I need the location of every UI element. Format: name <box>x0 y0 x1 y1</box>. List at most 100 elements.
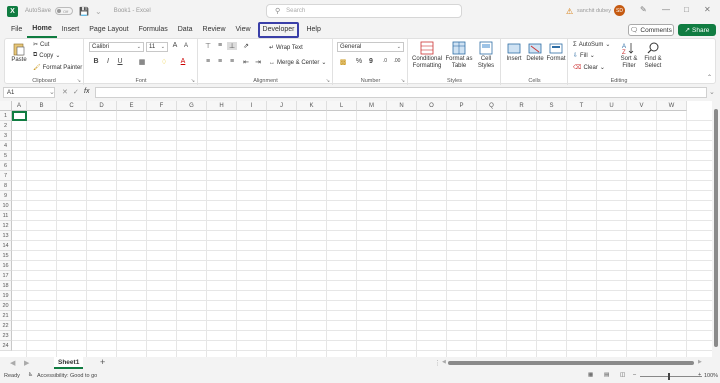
insert-cells-button[interactable]: Insert <box>504 41 524 63</box>
avatar[interactable]: SD <box>614 5 625 16</box>
percent-icon[interactable]: % <box>354 58 364 65</box>
save-icon[interactable]: 💾 <box>79 7 89 16</box>
row-header-14[interactable]: 14 <box>0 241 12 251</box>
tab-data[interactable]: Data <box>173 22 198 38</box>
row-header-12[interactable]: 12 <box>0 221 12 231</box>
row-header-2[interactable]: 2 <box>0 121 12 131</box>
vertical-scroll-thumb[interactable] <box>714 109 718 347</box>
collapse-ribbon-icon[interactable]: ⌃ <box>707 74 712 81</box>
tab-insert[interactable]: Insert <box>57 22 85 38</box>
italic-icon[interactable]: I <box>103 58 113 65</box>
column-header-r[interactable]: R <box>507 101 537 111</box>
decrease-indent-icon[interactable]: ⇤ <box>241 58 251 66</box>
column-header-t[interactable]: T <box>567 101 597 111</box>
normal-view-icon[interactable]: ▦ <box>588 372 593 378</box>
scroll-left-icon[interactable]: ◀ <box>442 359 446 365</box>
row-header-6[interactable]: 6 <box>0 161 12 171</box>
maximize-icon[interactable]: □ <box>684 5 689 14</box>
prev-sheet-icon[interactable]: ◀ <box>10 359 15 367</box>
cancel-icon[interactable]: ✕ <box>62 88 68 96</box>
close-icon[interactable]: ✕ <box>704 5 711 14</box>
expand-formula-icon[interactable]: ⌄ <box>709 88 715 96</box>
decrease-decimal-icon[interactable]: .00 <box>392 58 402 64</box>
column-header-q[interactable]: Q <box>477 101 507 111</box>
launcher-icon[interactable]: ↘ <box>77 78 81 84</box>
selected-cell[interactable] <box>12 111 27 121</box>
page-break-view-icon[interactable]: ◫ <box>620 372 625 378</box>
font-size-dropdown[interactable]: 11 ⌄ <box>146 42 168 52</box>
decrease-font-icon[interactable]: A <box>181 43 191 49</box>
column-header-p[interactable]: P <box>447 101 477 111</box>
align-right-icon[interactable]: ≡ <box>227 58 237 65</box>
warning-icon[interactable]: ⚠ <box>566 7 573 16</box>
zoom-in-icon[interactable]: + <box>698 372 701 378</box>
horizontal-scroll-thumb[interactable] <box>448 361 694 365</box>
zoom-level[interactable]: 100% <box>704 373 718 379</box>
formula-input[interactable] <box>95 87 707 98</box>
name-box[interactable]: A1 <box>3 87 55 98</box>
launcher-icon[interactable]: ↘ <box>191 78 195 84</box>
row-header-24[interactable]: 24 <box>0 341 12 351</box>
cut-button[interactable]: ✂ Cut <box>33 41 49 49</box>
tab-file[interactable]: File <box>6 22 27 38</box>
row-header-5[interactable]: 5 <box>0 151 12 161</box>
format-painter-button[interactable]: 🖌 Format Painter <box>33 64 82 72</box>
comments-button[interactable]: 🗨 Comments <box>628 24 674 36</box>
name-box-dropdown-icon[interactable]: ⌄ <box>49 88 55 96</box>
currency-icon[interactable]: ▩ <box>338 58 348 66</box>
column-header-w[interactable]: W <box>657 101 687 111</box>
row-header-20[interactable]: 20 <box>0 301 12 311</box>
row-header-7[interactable]: 7 <box>0 171 12 181</box>
bottom-align-icon[interactable]: ⊥ <box>227 42 237 50</box>
column-header-e[interactable]: E <box>117 101 147 111</box>
column-header-a[interactable]: A <box>12 101 27 111</box>
row-header-10[interactable]: 10 <box>0 201 12 211</box>
column-header-b[interactable]: B <box>27 101 57 111</box>
underline-icon[interactable]: U <box>115 58 125 65</box>
column-header-n[interactable]: N <box>387 101 417 111</box>
column-header-l[interactable]: L <box>327 101 357 111</box>
row-header-15[interactable]: 15 <box>0 251 12 261</box>
autosum-button[interactable]: Σ AutoSum ⌄ <box>573 41 610 49</box>
tab-home[interactable]: Home <box>27 22 57 38</box>
format-cells-button[interactable]: Format <box>546 41 566 63</box>
launcher-icon[interactable]: ↘ <box>326 78 330 84</box>
sort-filter-button[interactable]: AZ Sort & Filter <box>617 41 641 70</box>
merge-center-button[interactable]: ↔ Merge & Center ⌄ <box>269 59 326 67</box>
scroll-right-icon[interactable]: ▶ <box>698 359 702 365</box>
column-header-g[interactable]: G <box>177 101 207 111</box>
column-header-c[interactable]: C <box>57 101 87 111</box>
sheet-tab[interactable]: Sheet1 <box>54 357 84 369</box>
increase-decimal-icon[interactable]: .0 <box>380 58 390 64</box>
tab-developer[interactable]: Developer <box>257 22 300 38</box>
add-sheet-icon[interactable]: + <box>100 357 105 367</box>
row-header-21[interactable]: 21 <box>0 311 12 321</box>
increase-indent-icon[interactable]: ⇥ <box>253 58 263 66</box>
align-center-icon[interactable]: ≡ <box>215 58 225 65</box>
more-options-icon[interactable]: ⋮ <box>434 359 441 367</box>
row-header-4[interactable]: 4 <box>0 141 12 151</box>
row-header-16[interactable]: 16 <box>0 261 12 271</box>
autosave-toggle[interactable]: Off <box>55 7 74 15</box>
column-header-k[interactable]: K <box>297 101 327 111</box>
customize-toolbar-icon[interactable]: ⌄ <box>95 7 102 16</box>
zoom-out-icon[interactable]: – <box>633 372 636 378</box>
paste-button[interactable]: Paste <box>8 42 30 64</box>
column-header-s[interactable]: S <box>537 101 567 111</box>
column-header-d[interactable]: D <box>87 101 117 111</box>
fill-button[interactable]: ⇩ Fill ⌄ <box>573 52 595 60</box>
column-header-o[interactable]: O <box>417 101 447 111</box>
vertical-scrollbar[interactable] <box>712 101 720 357</box>
top-align-icon[interactable]: ⊤ <box>203 42 213 50</box>
comma-icon[interactable]: 9 <box>366 58 376 65</box>
conditional-formatting-button[interactable]: Conditional Formatting <box>410 41 444 70</box>
page-layout-view-icon[interactable]: ▤ <box>604 372 609 378</box>
row-header-22[interactable]: 22 <box>0 321 12 331</box>
column-header-v[interactable]: V <box>627 101 657 111</box>
accessibility-status[interactable]: Accessibility: Good to go <box>37 373 97 379</box>
column-header-u[interactable]: U <box>597 101 627 111</box>
row-header-19[interactable]: 19 <box>0 291 12 301</box>
share-button[interactable]: ↗ Share <box>678 24 716 36</box>
orientation-icon[interactable]: ⇗ <box>241 42 251 50</box>
tab-view[interactable]: View <box>231 22 256 38</box>
